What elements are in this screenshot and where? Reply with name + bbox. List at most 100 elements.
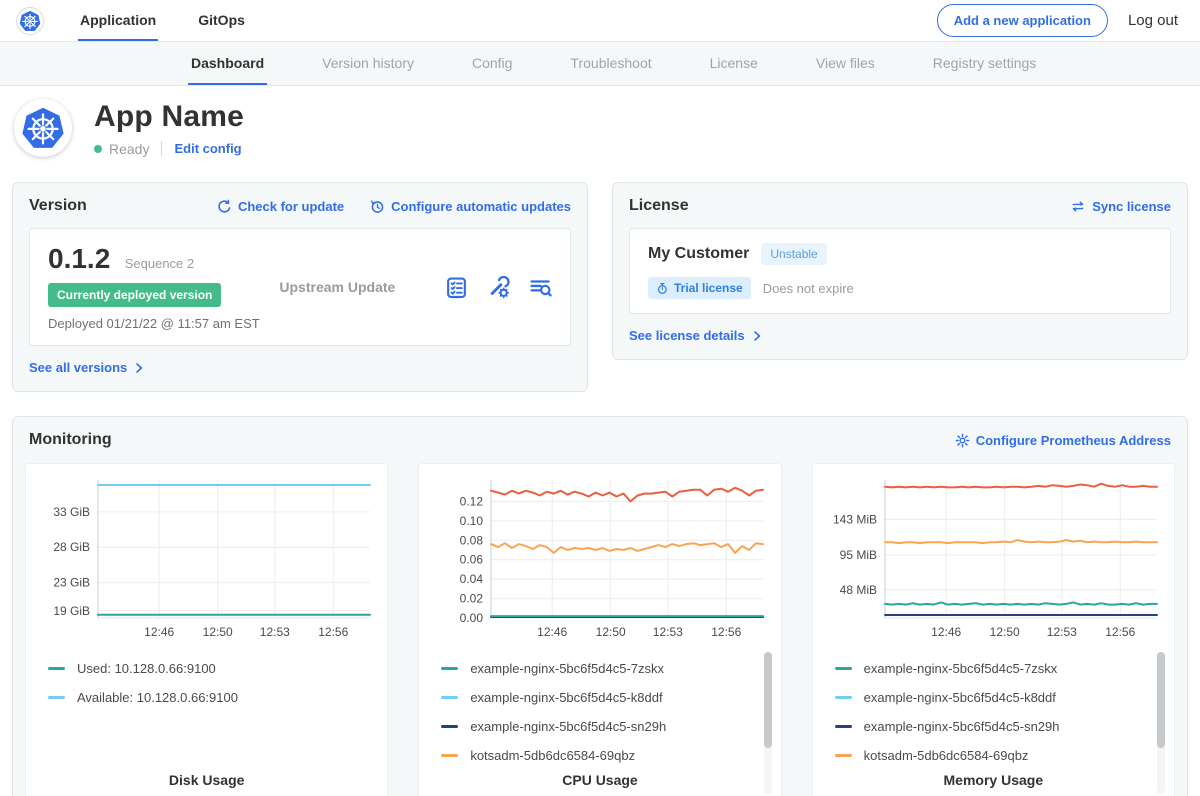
legend-label: kotsadm-5db6dc6584-69qbz <box>864 748 1029 763</box>
edit-config-icon[interactable] <box>487 276 510 299</box>
legend-scrollbar[interactable] <box>764 652 772 794</box>
svg-text:12:53: 12:53 <box>653 625 683 639</box>
chart-plot: 33 GiB28 GiB23 GiB19 GiB12:4612:5012:531… <box>36 474 377 644</box>
stopwatch-icon <box>656 282 669 295</box>
legend-swatch <box>441 696 458 699</box>
subnav-tab-dashboard[interactable]: Dashboard <box>188 42 267 85</box>
svg-text:12:53: 12:53 <box>1046 625 1076 639</box>
legend-item: example-nginx-5bc6f5d4c5-7zskx <box>835 654 1164 683</box>
svg-text:0.10: 0.10 <box>460 514 484 528</box>
svg-text:0.08: 0.08 <box>460 533 484 547</box>
monitoring-panel: Monitoring Configure Prometheus Address … <box>12 416 1188 796</box>
svg-text:12:56: 12:56 <box>712 625 742 639</box>
legend-swatch <box>441 725 458 728</box>
deployed-timestamp: Deployed 01/21/22 @ 11:57 am EST <box>48 316 260 331</box>
kubernetes-logo-icon[interactable] <box>16 7 44 35</box>
scrollbar-thumb[interactable] <box>1157 652 1165 748</box>
kubernetes-app-icon <box>21 106 65 150</box>
kubernetes-wheel-icon <box>19 10 41 32</box>
legend-swatch <box>835 667 852 670</box>
see-all-versions-link[interactable]: See all versions <box>29 360 145 375</box>
chart-plot: 143 MiB95 MiB48 MiB12:4612:5012:5312:56 <box>823 474 1164 644</box>
deploy-logs-icon[interactable] <box>529 276 552 299</box>
svg-text:0.00: 0.00 <box>460 611 484 625</box>
sync-license-link[interactable]: Sync license <box>1070 199 1171 214</box>
chart-legend: Used: 10.128.0.66:9100 Available: 10.128.… <box>36 654 377 712</box>
divider <box>161 141 162 156</box>
svg-text:0.06: 0.06 <box>460 553 484 567</box>
version-number: 0.1.2 <box>48 243 110 274</box>
cpu-usage-chart-card: 0.120.100.080.060.040.020.0012:4612:5012… <box>418 463 781 796</box>
legend-swatch <box>48 696 65 699</box>
legend-item: example-nginx-5bc6f5d4c5-sn29h <box>441 712 770 741</box>
subnav-tab-license[interactable]: License <box>707 42 761 85</box>
nav-tab-application[interactable]: Application <box>78 0 158 41</box>
update-source-label: Upstream Update <box>279 279 395 295</box>
legend-item: kotsadm-5db6dc6584-69qbz <box>835 741 1164 770</box>
subnav-tab-version-history[interactable]: Version history <box>319 42 417 85</box>
refresh-icon <box>217 199 232 214</box>
edit-config-link[interactable]: Edit config <box>174 141 241 156</box>
monitoring-title: Monitoring <box>29 431 112 449</box>
legend-label: example-nginx-5bc6f5d4c5-k8ddf <box>864 690 1056 705</box>
legend-swatch <box>835 754 852 757</box>
svg-text:12:46: 12:46 <box>538 625 568 639</box>
chevron-right-icon <box>133 362 145 374</box>
svg-text:19 GiB: 19 GiB <box>53 604 90 618</box>
legend-scrollbar[interactable] <box>1157 652 1165 794</box>
svg-text:28 GiB: 28 GiB <box>53 540 90 554</box>
license-panel-title: License <box>629 197 689 215</box>
legend-item: example-nginx-5bc6f5d4c5-sn29h <box>835 712 1164 741</box>
subnav-tab-view-files[interactable]: View files <box>813 42 878 85</box>
logout-link[interactable]: Log out <box>1128 12 1178 29</box>
svg-text:0.04: 0.04 <box>460 572 484 586</box>
svg-text:33 GiB: 33 GiB <box>53 505 90 519</box>
chart-svg: 33 GiB28 GiB23 GiB19 GiB12:4612:5012:531… <box>36 474 374 644</box>
chart-title: Disk Usage <box>26 772 387 788</box>
see-license-details-link[interactable]: See license details <box>629 328 763 343</box>
chart-plot: 0.120.100.080.060.040.020.0012:4612:5012… <box>429 474 770 644</box>
legend-item: Available: 10.128.0.66:9100 <box>48 683 377 712</box>
subnav-tab-troubleshoot[interactable]: Troubleshoot <box>567 42 654 85</box>
nav-tab-gitops[interactable]: GitOps <box>196 0 247 41</box>
preflight-checks-icon[interactable] <box>445 276 468 299</box>
sync-icon <box>1070 199 1086 214</box>
app-icon <box>14 99 72 157</box>
channel-badge: Unstable <box>761 243 826 265</box>
status-dot <box>94 145 102 153</box>
svg-text:12:56: 12:56 <box>1105 625 1135 639</box>
legend-item: example-nginx-5bc6f5d4c5-k8ddf <box>441 683 770 712</box>
subnav-tab-config[interactable]: Config <box>469 42 515 85</box>
legend-item: Used: 10.128.0.66:9100 <box>48 654 377 683</box>
version-panel-title: Version <box>29 197 87 215</box>
svg-text:12:50: 12:50 <box>596 625 626 639</box>
svg-text:12:46: 12:46 <box>144 625 174 639</box>
legend-label: kotsadm-5db6dc6584-69qbz <box>470 748 635 763</box>
top-navbar: ApplicationGitOps Add a new application … <box>0 0 1200 42</box>
legend-label: Used: 10.128.0.66:9100 <box>77 661 216 676</box>
main-content: Version Check for update <box>0 182 1200 796</box>
disk-usage-chart-card: 33 GiB28 GiB23 GiB19 GiB12:4612:5012:531… <box>25 463 388 796</box>
configure-prometheus-link[interactable]: Configure Prometheus Address <box>955 433 1171 448</box>
legend-label: example-nginx-5bc6f5d4c5-sn29h <box>864 719 1060 734</box>
app-header: App Name Ready Edit config <box>0 86 1200 172</box>
legend-label: example-nginx-5bc6f5d4c5-sn29h <box>470 719 666 734</box>
legend-item: example-nginx-5bc6f5d4c5-k8ddf <box>835 683 1164 712</box>
subnav-tab-registry-settings[interactable]: Registry settings <box>930 42 1039 85</box>
legend-swatch <box>835 725 852 728</box>
svg-text:12:56: 12:56 <box>318 625 348 639</box>
add-application-button[interactable]: Add a new application <box>937 4 1108 37</box>
legend-swatch <box>835 696 852 699</box>
configure-auto-updates-link[interactable]: Configure automatic updates <box>370 199 571 214</box>
license-type-badge: Trial license <box>648 277 751 299</box>
svg-text:12:53: 12:53 <box>260 625 290 639</box>
chevron-right-icon <box>751 330 763 342</box>
license-panel: License Sync license My Customer Unstabl… <box>612 182 1188 360</box>
page-title: App Name <box>94 100 244 134</box>
version-panel: Version Check for update <box>12 182 588 392</box>
check-for-update-link[interactable]: Check for update <box>217 199 344 214</box>
current-version-card: 0.1.2 Sequence 2 Currently deployed vers… <box>29 228 571 346</box>
scrollbar-thumb[interactable] <box>764 652 772 748</box>
app-status: Ready <box>109 141 149 157</box>
svg-text:143 MiB: 143 MiB <box>833 512 877 526</box>
